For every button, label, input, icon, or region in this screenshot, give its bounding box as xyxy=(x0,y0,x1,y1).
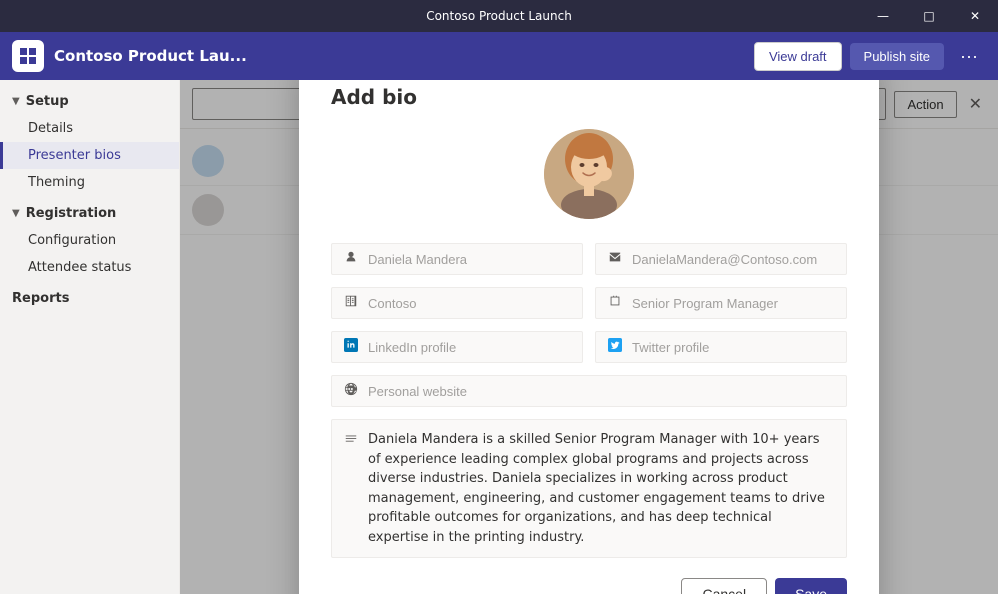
save-button[interactable]: Save xyxy=(775,578,847,594)
linkedin-icon xyxy=(342,338,360,356)
website-field xyxy=(331,375,847,407)
modal-overlay: Add bio xyxy=(180,80,998,594)
sidebar-item-presenter-bios[interactable]: Presenter bios xyxy=(0,142,179,169)
briefcase-icon xyxy=(606,294,624,312)
title-bar: Contoso Product Launch — □ ✕ xyxy=(0,0,998,32)
maximize-button[interactable]: □ xyxy=(906,0,952,32)
publish-button[interactable]: Publish site xyxy=(850,43,944,70)
sidebar-item-attendee-status[interactable]: Attendee status xyxy=(0,254,179,281)
bio-list-icon xyxy=(342,432,360,450)
app-icon xyxy=(12,40,44,72)
form-grid xyxy=(331,243,847,407)
name-field xyxy=(331,243,583,275)
twitter-input[interactable] xyxy=(632,340,836,355)
close-button[interactable]: ✕ xyxy=(952,0,998,32)
setup-chevron-icon: ▼ xyxy=(12,96,20,107)
sidebar-item-details[interactable]: Details xyxy=(0,115,179,142)
name-input[interactable] xyxy=(368,252,572,267)
setup-section: ▼ Setup Details Presenter bios Theming xyxy=(0,88,179,196)
twitter-field xyxy=(595,331,847,363)
sidebar-item-configuration[interactable]: Configuration xyxy=(0,227,179,254)
setup-group-header[interactable]: ▼ Setup xyxy=(0,88,179,115)
company-field xyxy=(331,287,583,319)
website-icon xyxy=(342,382,360,400)
linkedin-field xyxy=(331,331,583,363)
app-title: Contoso Product Lau... xyxy=(54,47,744,65)
window-controls: — □ ✕ xyxy=(860,0,998,32)
minimize-button[interactable]: — xyxy=(860,0,906,32)
presenter-photo xyxy=(544,129,634,219)
job-title-input[interactable] xyxy=(632,296,836,311)
person-icon xyxy=(342,250,360,268)
main-content: Action ✕ Add bio xyxy=(180,80,998,594)
registration-label: Registration xyxy=(26,206,117,221)
add-bio-modal: Add bio xyxy=(299,80,879,594)
layout: ▼ Setup Details Presenter bios Theming ▼… xyxy=(0,80,998,594)
bio-field: Daniela Mandera is a skilled Senior Prog… xyxy=(331,419,847,558)
building-icon xyxy=(342,294,360,312)
avatar-section xyxy=(331,129,847,219)
registration-chevron-icon: ▼ xyxy=(12,208,20,219)
website-input[interactable] xyxy=(368,384,836,399)
more-options-button[interactable]: ··· xyxy=(952,42,986,71)
window-title: Contoso Product Launch xyxy=(426,9,572,23)
app-bar-actions: View draft Publish site ··· xyxy=(754,42,986,71)
app-bar: Contoso Product Lau... View draft Publis… xyxy=(0,32,998,80)
email-input[interactable] xyxy=(632,252,836,267)
modal-footer: Cancel Save xyxy=(331,578,847,594)
job-title-field xyxy=(595,287,847,319)
sidebar-item-theming[interactable]: Theming xyxy=(0,169,179,196)
registration-group-header[interactable]: ▼ Registration xyxy=(0,200,179,227)
cancel-button[interactable]: Cancel xyxy=(681,578,767,594)
setup-label: Setup xyxy=(26,94,69,109)
email-field xyxy=(595,243,847,275)
modal-title: Add bio xyxy=(331,85,847,109)
sidebar: ▼ Setup Details Presenter bios Theming ▼… xyxy=(0,80,180,594)
company-input[interactable] xyxy=(368,296,572,311)
view-draft-button[interactable]: View draft xyxy=(754,42,842,71)
registration-section: ▼ Registration Configuration Attendee st… xyxy=(0,200,179,281)
twitter-icon xyxy=(606,338,624,356)
sidebar-item-reports[interactable]: Reports xyxy=(0,285,179,312)
bio-text: Daniela Mandera is a skilled Senior Prog… xyxy=(368,430,836,547)
linkedin-input[interactable] xyxy=(368,340,572,355)
email-icon xyxy=(606,250,624,268)
